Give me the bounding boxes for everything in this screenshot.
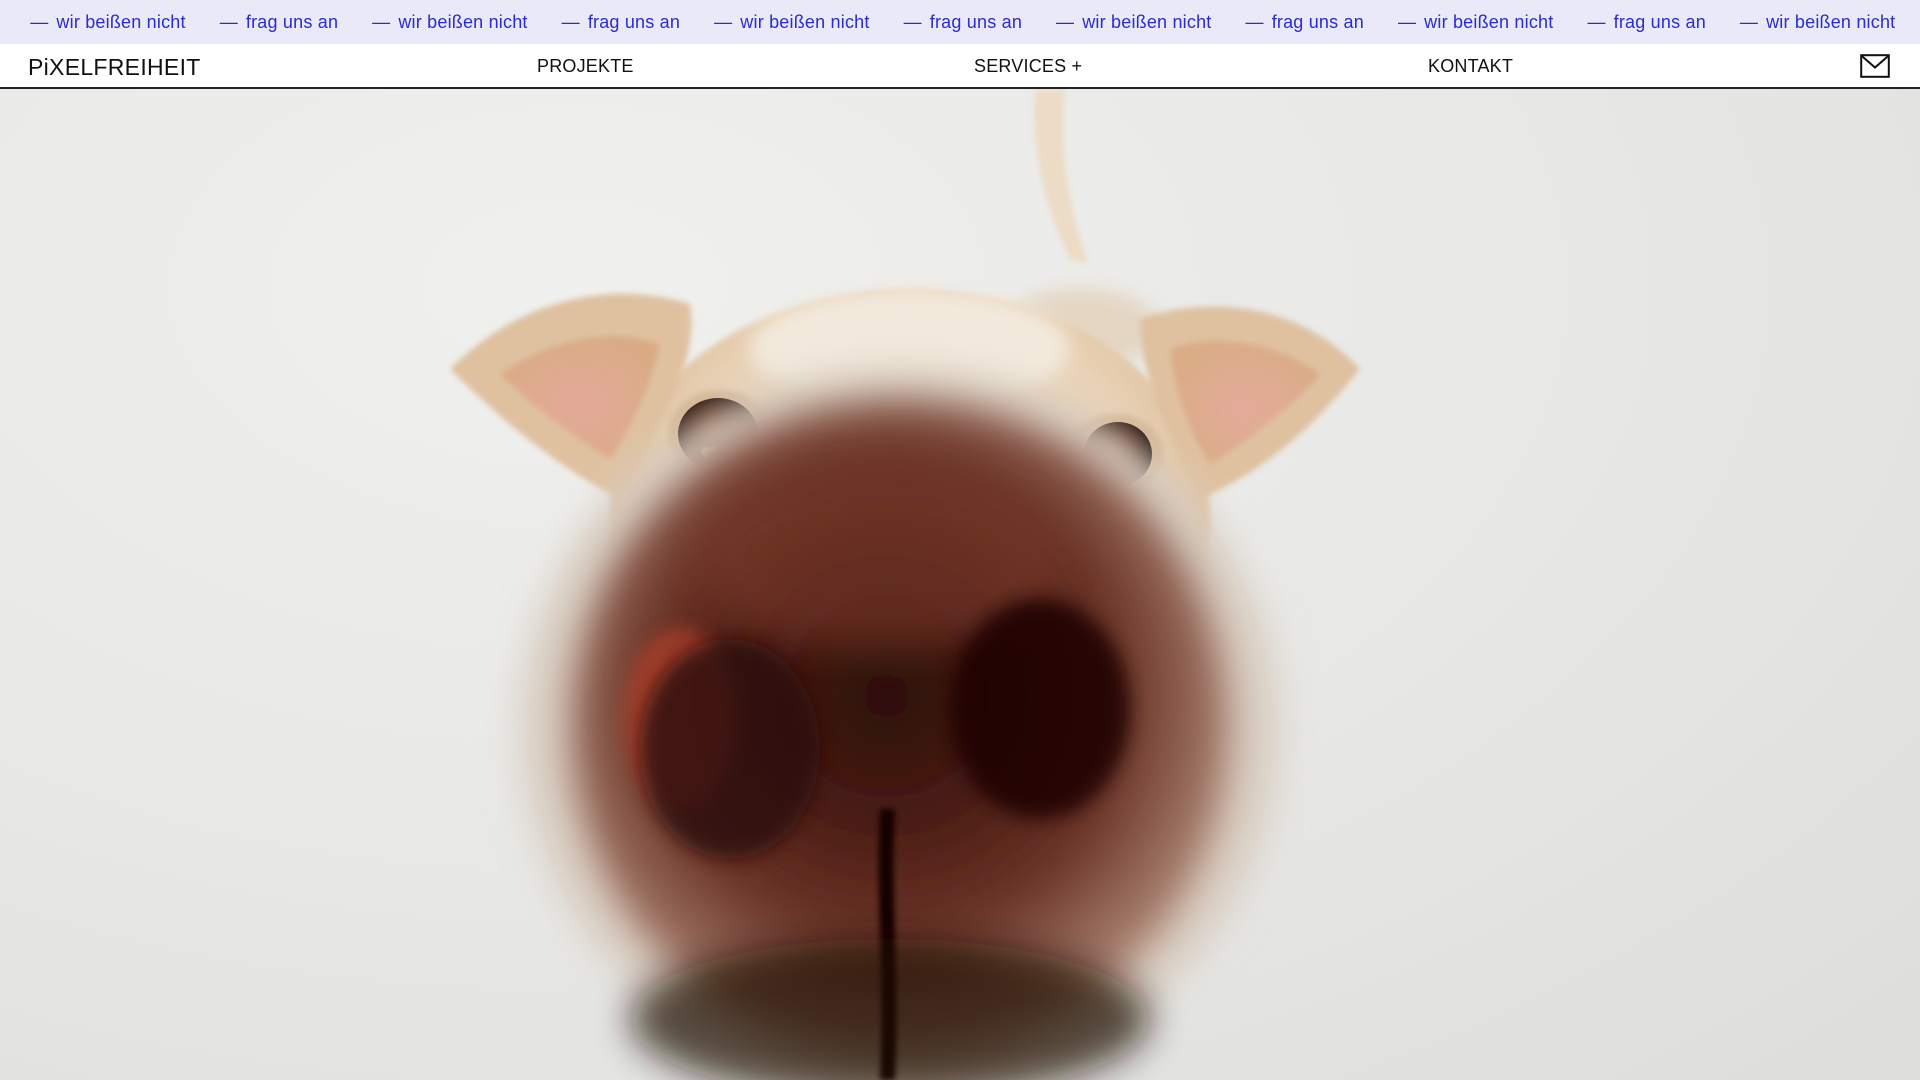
envelope-icon[interactable] bbox=[1860, 54, 1890, 78]
marquee-dash: — bbox=[1245, 11, 1264, 32]
marquee-track: n —wir beißen nicht—frag uns an—wir beiß… bbox=[0, 0, 1920, 44]
marquee-item: — frag uns an bbox=[1246, 12, 1364, 33]
marquee-dash: — bbox=[903, 11, 922, 32]
nav-link-services[interactable]: SERVICES + bbox=[974, 56, 1082, 77]
marquee-text: frag uns an bbox=[1613, 11, 1706, 32]
marquee-dash: — bbox=[714, 11, 733, 32]
main-navigation: PiXELFREIHEIT PROJEKTE SERVICES + KONTAK… bbox=[0, 44, 1920, 89]
marquee-item: — wir beißen nicht bbox=[714, 12, 869, 33]
marquee-text: frag uns an bbox=[245, 11, 339, 32]
hero-image bbox=[0, 89, 1920, 1080]
marquee-dash: — bbox=[30, 11, 49, 32]
marquee-dash: — bbox=[372, 11, 391, 32]
marquee-dash: — bbox=[1056, 11, 1075, 32]
marquee-item: — wir beißen nicht bbox=[1056, 12, 1211, 33]
marquee-text: wir beißen nicht bbox=[1766, 11, 1896, 32]
marquee-text: frag uns an bbox=[1271, 11, 1364, 32]
marquee-text: wir beißen nicht bbox=[1082, 11, 1212, 32]
dog-closeup-image bbox=[450, 89, 1360, 1080]
marquee-dash: — bbox=[1739, 11, 1759, 32]
marquee-text: frag uns an bbox=[587, 11, 681, 32]
marquee-text: wir beißen nicht bbox=[56, 11, 186, 32]
announcement-marquee: n —wir beißen nicht—frag uns an—wir beiß… bbox=[0, 0, 1920, 45]
marquee-item: — wir beißen nicht bbox=[372, 12, 527, 33]
site-logo[interactable]: PiXELFREIHEIT bbox=[28, 54, 201, 81]
marquee-dash: — bbox=[561, 11, 580, 32]
marquee-text: wir beißen nicht bbox=[740, 11, 870, 32]
marquee-item: — wir beißen nicht bbox=[1740, 12, 1895, 33]
marquee-text: wir beißen nicht bbox=[398, 11, 528, 32]
marquee-item: — frag uns an bbox=[904, 12, 1022, 33]
marquee-dash: — bbox=[1397, 11, 1417, 32]
marquee-dash: — bbox=[1587, 11, 1606, 32]
marquee-item: — frag uns an bbox=[220, 12, 338, 33]
marquee-item: — frag uns an bbox=[562, 12, 680, 33]
marquee-dash: — bbox=[219, 11, 238, 32]
marquee-item: — wir beißen nicht bbox=[1398, 12, 1553, 33]
marquee-text: wir beißen nicht bbox=[1424, 11, 1554, 32]
marquee-item: — frag uns an bbox=[1587, 12, 1705, 33]
nav-link-projekte[interactable]: PROJEKTE bbox=[537, 56, 634, 77]
nav-link-kontakt[interactable]: KONTAKT bbox=[1428, 56, 1513, 77]
marquee-item: — wir beißen nicht bbox=[30, 12, 185, 33]
marquee-text: frag uns an bbox=[929, 11, 1023, 32]
